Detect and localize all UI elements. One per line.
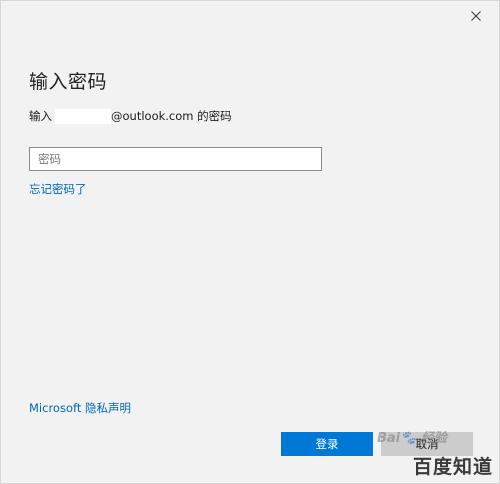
password-prompt: 输入 @outlook.com 的密码 bbox=[29, 108, 232, 124]
watermark-bottom-text: 百度知道 bbox=[412, 456, 493, 478]
prompt-suffix: @outlook.com 的密码 bbox=[111, 109, 232, 123]
title-bar bbox=[1, 1, 499, 31]
page-title: 输入密码 bbox=[29, 71, 108, 93]
privacy-statement-link[interactable]: Microsoft 隐私声明 bbox=[29, 400, 131, 416]
password-input[interactable] bbox=[29, 147, 322, 171]
login-button[interactable]: 登录 bbox=[281, 432, 373, 456]
close-button[interactable] bbox=[453, 1, 499, 31]
close-icon bbox=[471, 11, 481, 21]
prompt-prefix: 输入 bbox=[29, 109, 52, 123]
cancel-button[interactable]: 取消 bbox=[381, 432, 473, 456]
masked-email bbox=[55, 108, 111, 124]
forgot-password-link[interactable]: 忘记密码了 bbox=[29, 181, 87, 197]
sign-in-dialog: 输入密码 输入 @outlook.com 的密码 忘记密码了 Microsoft… bbox=[0, 0, 500, 484]
